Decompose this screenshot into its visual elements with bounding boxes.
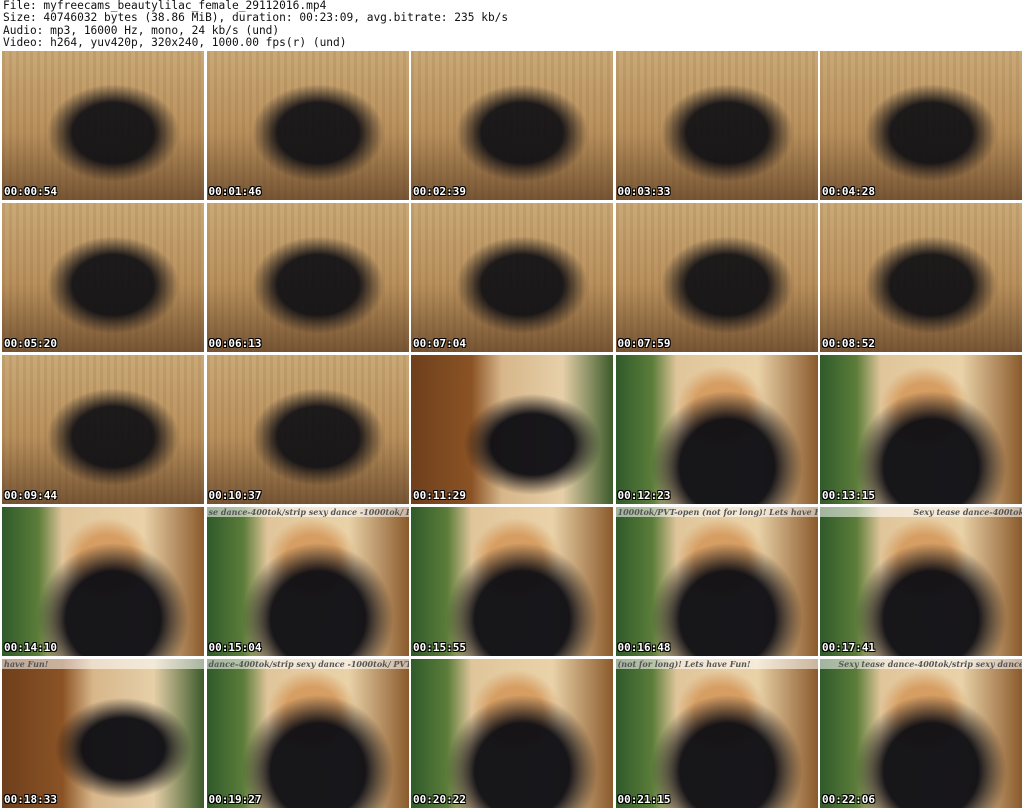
video-thumbnail[interactable]: (not for long)! Lets have Fun! 00:21:15 — [615, 659, 818, 808]
timestamp: 00:22:06 — [822, 793, 875, 806]
timestamp: 00:06:13 — [208, 337, 262, 350]
overlay-banner-text: se dance-400tok/strip sexy dance -1000to… — [206, 507, 409, 517]
timestamp: 00:08:52 — [822, 337, 875, 350]
timestamp: 00:15:04 — [208, 641, 262, 654]
video-thumbnail[interactable]: 00:08:52 — [820, 203, 1022, 352]
video-thumbnail[interactable]: 00:13:15 — [820, 355, 1022, 504]
video-thumbnail[interactable]: dance-400tok/strip sexy dance -1000tok/ … — [206, 659, 409, 808]
video-thumbnail[interactable]: Sexy tease dance-400tok/strip sexy dance… — [820, 659, 1022, 808]
video-thumbnail[interactable]: 00:05:20 — [2, 203, 204, 352]
overlay-banner-text: dance-400tok/strip sexy dance -1000tok/ … — [206, 659, 409, 669]
video-thumbnail[interactable]: 00:10:37 — [206, 355, 409, 504]
video-info-line: Video: h264, yuv420p, 320x240, 1000.00 f… — [3, 35, 347, 49]
file-size-line: Size: 40746032 bytes (38.86 MiB), durati… — [3, 11, 509, 25]
video-thumbnail[interactable]: 1000tok/PVT-open (not for long)! Lets ha… — [615, 507, 818, 656]
overlay-banner-text: 1000tok/PVT-open (not for long)! Lets ha… — [615, 507, 818, 517]
video-thumbnail[interactable]: 00:02:39 — [411, 51, 613, 200]
timestamp: 00:12:23 — [617, 489, 671, 502]
timestamp: 00:16:48 — [617, 641, 671, 654]
video-thumbnail[interactable]: 00:14:10 — [2, 507, 204, 656]
timestamp: 00:00:54 — [4, 185, 57, 198]
video-thumbnail[interactable]: 00:01:46 — [206, 51, 409, 200]
timestamp: 00:13:15 — [822, 489, 875, 502]
video-thumbnail[interactable]: 00:03:33 — [615, 51, 818, 200]
timestamp: 00:03:33 — [617, 185, 671, 198]
timestamp: 00:09:44 — [4, 489, 57, 502]
timestamp: 00:02:39 — [413, 185, 466, 198]
timestamp: 00:14:10 — [4, 641, 57, 654]
overlay-banner-text: Sexy tease dance-400tok — [820, 507, 1022, 517]
video-thumbnail[interactable]: 00:07:59 — [615, 203, 818, 352]
video-thumbnail[interactable]: have Fun! 00:18:33 — [2, 659, 204, 808]
video-thumbnail[interactable]: 00:12:23 — [615, 355, 818, 504]
video-thumbnail[interactable]: 00:09:44 — [2, 355, 204, 504]
video-thumbnail[interactable]: 00:20:22 — [411, 659, 613, 808]
video-thumbnail[interactable]: 00:06:13 — [206, 203, 409, 352]
timestamp: 00:07:04 — [413, 337, 466, 350]
timestamp: 00:21:15 — [617, 793, 671, 806]
video-thumbnail[interactable]: 00:11:29 — [411, 355, 613, 504]
timestamp: 00:11:29 — [413, 489, 466, 502]
video-thumbnail[interactable]: 00:07:04 — [411, 203, 613, 352]
thumbnail-grid: 00:00:54 00:01:46 00:02:39 00:03:33 00:0… — [2, 51, 1022, 810]
timestamp: 00:18:33 — [4, 793, 57, 806]
timestamp: 00:19:27 — [208, 793, 262, 806]
timestamp: 00:20:22 — [413, 793, 466, 806]
timestamp: 00:04:28 — [822, 185, 875, 198]
timestamp: 00:05:20 — [4, 337, 57, 350]
video-thumbnail[interactable]: 00:00:54 — [2, 51, 204, 200]
timestamp: 00:15:55 — [413, 641, 466, 654]
video-thumbnail[interactable]: 00:15:55 — [411, 507, 613, 656]
video-thumbnail[interactable]: Sexy tease dance-400tok 00:17:41 — [820, 507, 1022, 656]
timestamp: 00:10:37 — [208, 489, 262, 502]
overlay-banner-text: have Fun! — [2, 659, 204, 669]
video-thumbnail[interactable]: 00:04:28 — [820, 51, 1022, 200]
timestamp: 00:01:46 — [208, 185, 262, 198]
timestamp: 00:17:41 — [822, 641, 875, 654]
video-thumbnail[interactable]: se dance-400tok/strip sexy dance -1000to… — [206, 507, 409, 656]
timestamp: 00:07:59 — [617, 337, 671, 350]
overlay-banner-text: Sexy tease dance-400tok/strip sexy dance — [820, 659, 1022, 669]
overlay-banner-text: (not for long)! Lets have Fun! — [615, 659, 818, 669]
file-info-header: File: myfreecams_beautylilac_female_2911… — [3, 0, 1021, 50]
